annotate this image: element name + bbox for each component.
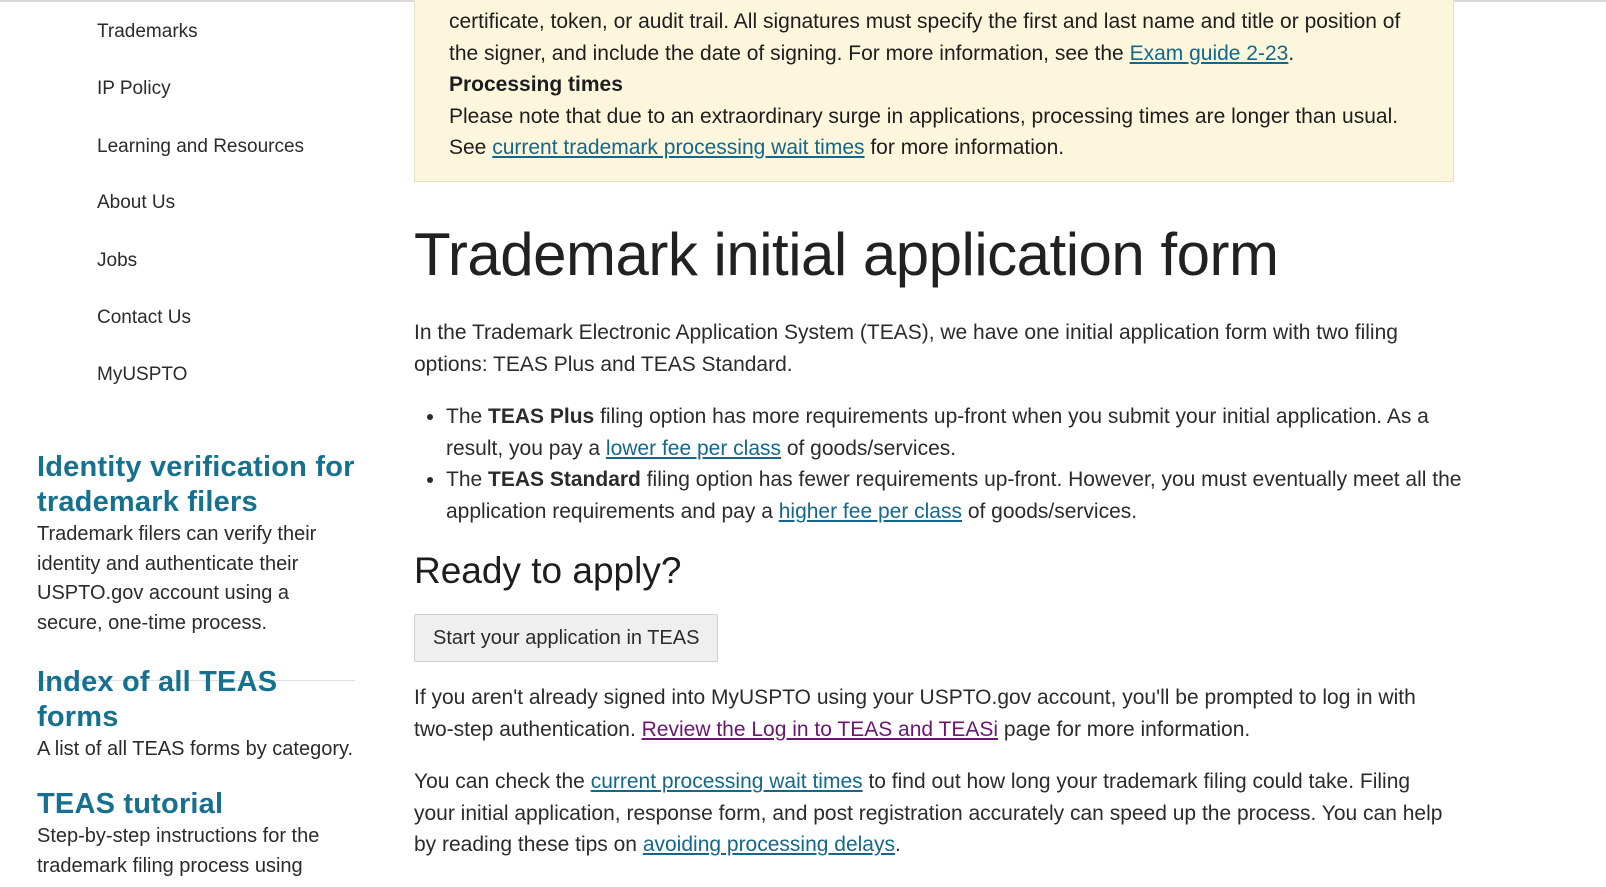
avoiding-delays-link[interactable]: avoiding processing delays xyxy=(643,833,895,856)
promo-title-teas-forms-index[interactable]: Index of all TEAS forms xyxy=(37,665,357,735)
intro-paragraph: In the Trademark Electronic Application … xyxy=(414,321,1398,376)
alert-processing-text: Please note that due to an extraordinary… xyxy=(449,104,1399,160)
nav-item-learning-resources[interactable]: Learning and Resources xyxy=(97,136,304,158)
wait-times-paragraph: You can check the current processing wai… xyxy=(414,770,1443,856)
alert-signature-text: certificate, token, or audit trail. All … xyxy=(449,10,1401,65)
page-title: Trademark initial application form xyxy=(414,221,1279,288)
ready-to-apply-heading: Ready to apply? xyxy=(414,550,682,591)
nav-item-about-us[interactable]: About Us xyxy=(97,192,175,214)
nav-item-ip-policy[interactable]: IP Policy xyxy=(97,78,171,100)
wait-times-link[interactable]: current trademark processing wait times xyxy=(492,136,864,159)
notice-alert: certificate, token, or audit trail. All … xyxy=(414,0,1454,182)
higher-fee-link[interactable]: higher fee per class xyxy=(779,500,962,523)
alert-heading: Processing times xyxy=(449,73,623,96)
nav-item-myuspto[interactable]: MyUSPTO xyxy=(97,364,187,386)
exam-guide-link[interactable]: Exam guide 2-23 xyxy=(1130,42,1289,65)
promo-identity-verification: Identity verification for trademark file… xyxy=(37,450,357,638)
filing-options-list: The TEAS Plus filing option has more req… xyxy=(414,401,1476,527)
promo-description: A list of all TEAS forms by category. xyxy=(37,738,354,760)
nav-item-jobs[interactable]: Jobs xyxy=(97,250,137,272)
promo-teas-forms-index: Index of all TEAS forms A list of all TE… xyxy=(37,665,357,765)
login-teas-link[interactable]: Review the Log in to TEAS and TEASi xyxy=(642,718,998,741)
promo-title-identity-verification[interactable]: Identity verification for trademark file… xyxy=(37,450,357,520)
lower-fee-link[interactable]: lower fee per class xyxy=(606,437,781,460)
filing-option-teas-plus: The TEAS Plus filing option has more req… xyxy=(446,401,1476,464)
filing-option-teas-standard: The TEAS Standard filing option has fewe… xyxy=(446,464,1476,527)
nav-item-contact-us[interactable]: Contact Us xyxy=(97,307,191,329)
signin-paragraph: If you aren't already signed into MyUSPT… xyxy=(414,686,1416,741)
processing-wait-times-link[interactable]: current processing wait times xyxy=(591,770,863,793)
promo-description: Step-by-step instructions for the tradem… xyxy=(37,825,320,877)
promo-teas-tutorial: TEAS tutorial Step-by-step instructions … xyxy=(37,787,357,881)
nav-item-trademarks[interactable]: Trademarks xyxy=(97,21,198,43)
start-application-button[interactable]: Start your application in TEAS xyxy=(414,614,719,662)
promo-description: Trademark filers can verify their identi… xyxy=(37,523,317,634)
promo-title-teas-tutorial[interactable]: TEAS tutorial xyxy=(37,787,357,822)
